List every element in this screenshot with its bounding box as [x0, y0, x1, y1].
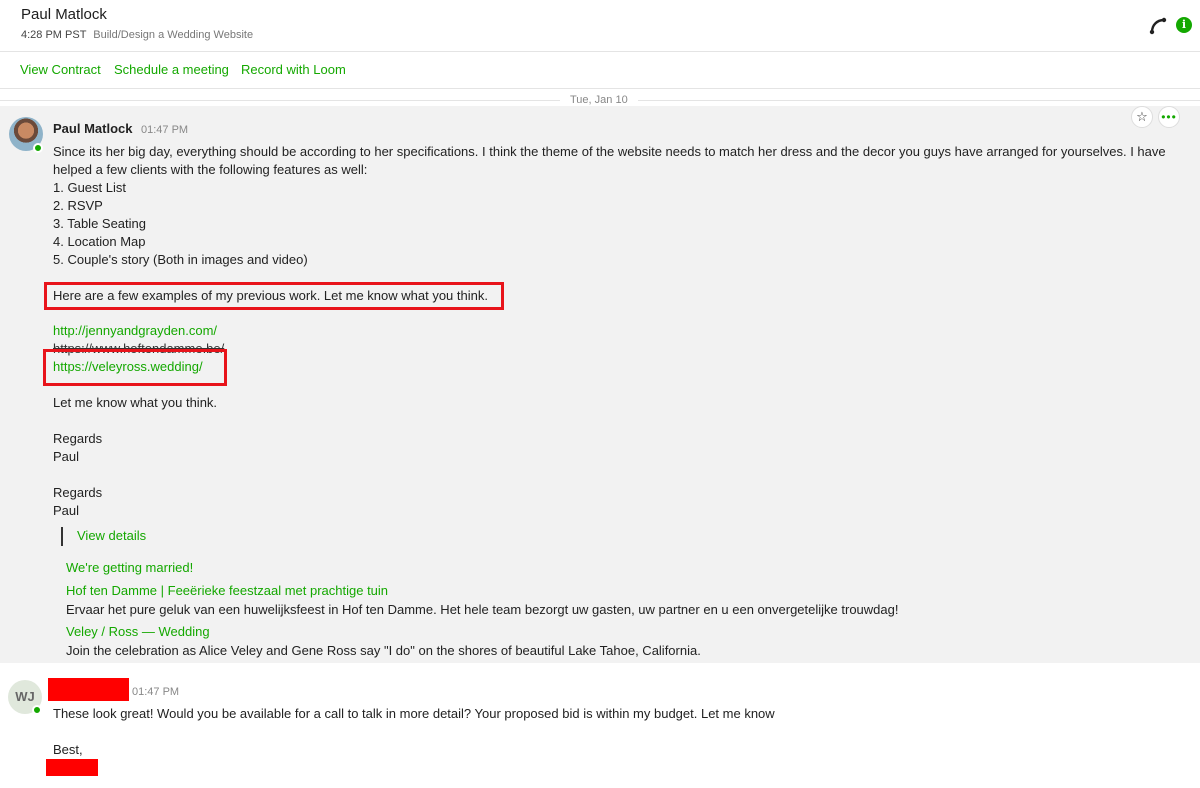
message-line: 4. Location Map [53, 234, 146, 249]
highlight-box [44, 282, 504, 310]
message-sender: Paul Matlock [53, 121, 133, 136]
online-status-icon [32, 705, 42, 715]
message-line: Regards [53, 431, 103, 446]
chat-header: Paul Matlock 4:28 PM PST Build/Design a … [0, 0, 1200, 52]
link-preview-title[interactable]: Hof ten Damme | Feeërieke feestzaal met … [66, 583, 388, 598]
message-line: 5. Couple's story (Both in images and vi… [53, 252, 308, 267]
quote-bar [61, 527, 63, 546]
message-line: These look great! Would you be available… [53, 706, 775, 721]
local-time: 4:28 PM PST [21, 29, 87, 41]
date-divider-label: Tue, Jan 10 [560, 94, 638, 106]
highlight-box [43, 349, 227, 386]
online-status-icon [33, 143, 43, 153]
header-subtitle: 4:28 PM PST Build/Design a Wedding Websi… [21, 29, 253, 41]
message-line: Best, [53, 742, 83, 757]
action-bar: View Contract Schedule a meeting Record … [0, 53, 1200, 89]
schedule-meeting-link[interactable]: Schedule a meeting [114, 62, 229, 77]
message-line: Since its her big day, everything should… [53, 144, 1166, 159]
phone-icon[interactable] [1148, 16, 1168, 36]
star-icon[interactable]: ☆ [1131, 106, 1153, 128]
message-line: 1. Guest List [53, 180, 126, 195]
message-line: Paul [53, 449, 80, 464]
message-time: 01:47 PM [141, 124, 189, 136]
message-line: 3. Table Seating [53, 216, 146, 231]
view-details-link[interactable]: View details [77, 528, 146, 543]
info-icon[interactable]: i [1176, 17, 1192, 33]
record-loom-link[interactable]: Record with Loom [241, 62, 346, 77]
link-preview-title[interactable]: Veley / Ross — Wedding [66, 624, 210, 639]
message-line: Regards [53, 485, 103, 500]
link-preview-title[interactable]: We're getting married! [66, 560, 193, 575]
message-line: 2. RSVP [53, 198, 103, 213]
message-line: Paul [53, 503, 80, 518]
link-preview-description: Ervaar het pure geluk van een huwelijksf… [66, 602, 899, 617]
project-title[interactable]: Build/Design a Wedding Website [93, 29, 253, 41]
more-options-icon[interactable]: ••• [1158, 106, 1180, 128]
contact-name[interactable]: Paul Matlock [21, 6, 107, 23]
message-line: helped a few clients with the following … [53, 162, 368, 177]
view-contract-link[interactable]: View Contract [20, 62, 101, 77]
portfolio-link[interactable]: http://jennyandgrayden.com/ [53, 323, 217, 338]
message-line: Let me know what you think. [53, 395, 218, 410]
link-preview-description: Join the celebration as Alice Veley and … [66, 643, 701, 658]
redacted-signature [46, 759, 98, 776]
redacted-sender-name [48, 678, 129, 701]
message-time: 01:47 PM [132, 686, 180, 698]
